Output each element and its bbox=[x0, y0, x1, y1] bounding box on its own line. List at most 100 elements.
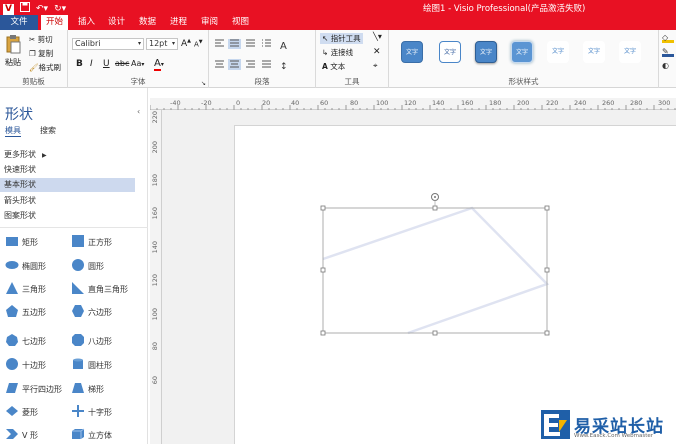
style-swatch-5[interactable]: 文字 bbox=[547, 41, 569, 63]
grow-font-button[interactable]: A▲ bbox=[181, 38, 191, 49]
clipboard-group-label: 剪贴板 bbox=[22, 77, 45, 86]
bold-button[interactable]: B bbox=[76, 59, 83, 69]
connector-button[interactable]: ↳ 连接线 bbox=[322, 47, 353, 58]
shape-circle[interactable]: 圆形 bbox=[71, 259, 135, 273]
stencil-arrow-shapes[interactable]: 箭头形状 bbox=[0, 194, 135, 208]
shape-label: 圆柱形 bbox=[88, 361, 112, 370]
undo-icon[interactable]: ↶▾ bbox=[36, 4, 48, 15]
font-color-button[interactable]: A▾ bbox=[154, 58, 164, 71]
shape-cylinder[interactable]: 圆柱形 bbox=[71, 358, 135, 372]
shape-heptagon[interactable]: 七边形 bbox=[5, 334, 69, 348]
shrink-font-button[interactable]: A▼ bbox=[194, 39, 203, 48]
shape-octagon[interactable]: 八边形 bbox=[71, 334, 135, 348]
more-shapes-button[interactable]: 更多形状 ▶ bbox=[0, 148, 135, 162]
shape-pentagon[interactable]: 五边形 bbox=[5, 305, 69, 319]
format-painter-label: 格式刷 bbox=[38, 63, 62, 72]
ruler-label: 200 bbox=[151, 141, 159, 154]
svg-text:↕: ↕ bbox=[280, 62, 288, 72]
text-tool-label: 文本 bbox=[330, 62, 346, 71]
shape-parallelogram[interactable]: 平行四边形 bbox=[5, 382, 69, 396]
ruler-label: 160 bbox=[151, 207, 159, 220]
stencil-pattern-shapes[interactable]: 图案形状 bbox=[0, 209, 135, 223]
format-painter-button[interactable]: 🖌格式刷 bbox=[29, 62, 61, 73]
italic-button[interactable]: I bbox=[90, 59, 93, 69]
tab-home[interactable]: 开始 bbox=[41, 15, 69, 30]
strikethrough-button[interactable]: abc bbox=[115, 59, 129, 68]
shape-label: 六边形 bbox=[88, 308, 112, 317]
shape-square[interactable]: 正方形 bbox=[71, 235, 135, 249]
shape-chevron[interactable]: V 形 bbox=[5, 428, 69, 442]
shape-right-triangle[interactable]: 直角三角形 bbox=[71, 282, 135, 296]
shape-trapezoid[interactable]: 梯形 bbox=[71, 382, 135, 396]
fill-icon[interactable]: ◇ bbox=[662, 33, 674, 43]
tab-search[interactable]: 搜索 bbox=[40, 125, 56, 136]
font-size-combo[interactable]: 12pt ▾ bbox=[146, 38, 178, 50]
quick-access-toolbar: V ↶▾ ↻▾ bbox=[3, 2, 66, 16]
effects-icon[interactable]: ◐ bbox=[662, 61, 674, 71]
save-icon[interactable] bbox=[20, 2, 30, 16]
position-icon[interactable]: ⌖ bbox=[373, 61, 378, 71]
shape-triangle[interactable]: 三角形 bbox=[5, 282, 69, 296]
shape-label: 梯形 bbox=[88, 385, 104, 394]
shape-diamond[interactable]: 菱形 bbox=[5, 405, 69, 419]
stencil-quick-shapes[interactable]: 快速形状 bbox=[0, 163, 135, 177]
paste-button[interactable]: 粘贴 bbox=[5, 34, 21, 68]
style-swatch-4[interactable]: 文字 bbox=[511, 41, 533, 63]
fill-line-effects[interactable]: ◇ ✎ ◐ bbox=[662, 33, 676, 85]
pointer-tool-label: 指针工具 bbox=[330, 34, 361, 43]
watermark: 易采站长站 Www.Easck.Com Webmaster bbox=[541, 410, 676, 444]
stencil-basic-shapes[interactable]: 基本形状 bbox=[0, 178, 135, 192]
collapse-pane-icon[interactable]: ‹ bbox=[137, 107, 140, 116]
line-tool-icon[interactable]: ╲▾ bbox=[373, 32, 382, 41]
redo-icon[interactable]: ↻▾ bbox=[54, 4, 66, 15]
pointer-tool-button[interactable]: ↖ 指针工具 bbox=[320, 33, 363, 44]
ruler-label: 60 bbox=[151, 376, 159, 385]
shape-styles-label: 形状样式 bbox=[508, 77, 539, 86]
octagon-icon bbox=[72, 334, 84, 346]
chevron-down-icon: ▾ bbox=[137, 40, 141, 47]
drawing-canvas[interactable] bbox=[162, 110, 676, 444]
shape-cross[interactable]: 十字形 bbox=[71, 405, 135, 419]
shape-hexagon[interactable]: 六边形 bbox=[71, 305, 135, 319]
diamond-icon bbox=[6, 406, 18, 416]
cut-button[interactable]: ✂ 剪切 bbox=[29, 34, 53, 45]
heptagon-icon bbox=[6, 334, 18, 346]
style-swatch-6[interactable]: 文字 bbox=[583, 41, 605, 63]
clipboard-group: 粘贴 ✂ 剪切 ❐ 复制 🖌格式刷 剪贴板 bbox=[0, 30, 68, 88]
paragraph-align-icons[interactable]: A ↕ bbox=[214, 39, 310, 75]
ruler-label: 140 bbox=[151, 241, 159, 254]
line-icon[interactable]: ✎ bbox=[662, 47, 674, 57]
close-icon[interactable]: ✕ bbox=[373, 47, 381, 57]
tab-process[interactable]: 进程 bbox=[170, 15, 187, 30]
change-case-button[interactable]: Aa▾ bbox=[131, 59, 144, 68]
tab-insert[interactable]: 插入 bbox=[78, 15, 95, 30]
text-tool-button[interactable]: A 文本 bbox=[322, 61, 345, 72]
font-name-combo[interactable]: Calibri ▾ bbox=[72, 38, 144, 50]
square-icon bbox=[72, 235, 84, 247]
shape-decagon[interactable]: 十边形 bbox=[5, 358, 69, 372]
style-swatch-7[interactable]: 文字 bbox=[619, 41, 641, 63]
tab-review[interactable]: 审阅 bbox=[201, 15, 218, 30]
tab-data[interactable]: 数据 bbox=[139, 15, 156, 30]
watermark-url: Www.Easck.Com Webmaster bbox=[574, 433, 654, 439]
shape-label: 直角三角形 bbox=[88, 285, 128, 294]
tab-view[interactable]: 视图 bbox=[232, 15, 249, 30]
underline-button[interactable]: U bbox=[103, 59, 110, 69]
tab-file[interactable]: 文件 bbox=[0, 15, 38, 30]
shape-ellipse[interactable]: 椭圆形 bbox=[5, 259, 69, 273]
ruler-horizontal[interactable]: -40 -20 0 20 40 60 80 100 120 140 160 18… bbox=[150, 98, 676, 110]
shape-rectangle[interactable]: 矩形 bbox=[5, 235, 69, 249]
shape-cube[interactable]: 立方体 bbox=[71, 428, 135, 442]
style-swatch-1[interactable]: 文字 bbox=[401, 41, 423, 63]
selected-shape[interactable] bbox=[162, 110, 676, 444]
style-swatch-3[interactable]: 文字 bbox=[475, 41, 497, 63]
tab-stencils[interactable]: 模具 bbox=[5, 125, 21, 137]
tab-design[interactable]: 设计 bbox=[108, 15, 125, 30]
ruler-vertical[interactable]: 220 200 180 160 140 120 100 80 60 bbox=[150, 110, 162, 444]
dialog-launcher-icon[interactable]: ↘ bbox=[201, 80, 206, 87]
shape-label: 十字形 bbox=[88, 408, 112, 417]
shape-label: 椭圆形 bbox=[22, 262, 46, 271]
copy-button[interactable]: ❐ 复制 bbox=[29, 48, 53, 59]
rectangle-icon bbox=[6, 237, 18, 246]
style-swatch-2[interactable]: 文字 bbox=[439, 41, 461, 63]
